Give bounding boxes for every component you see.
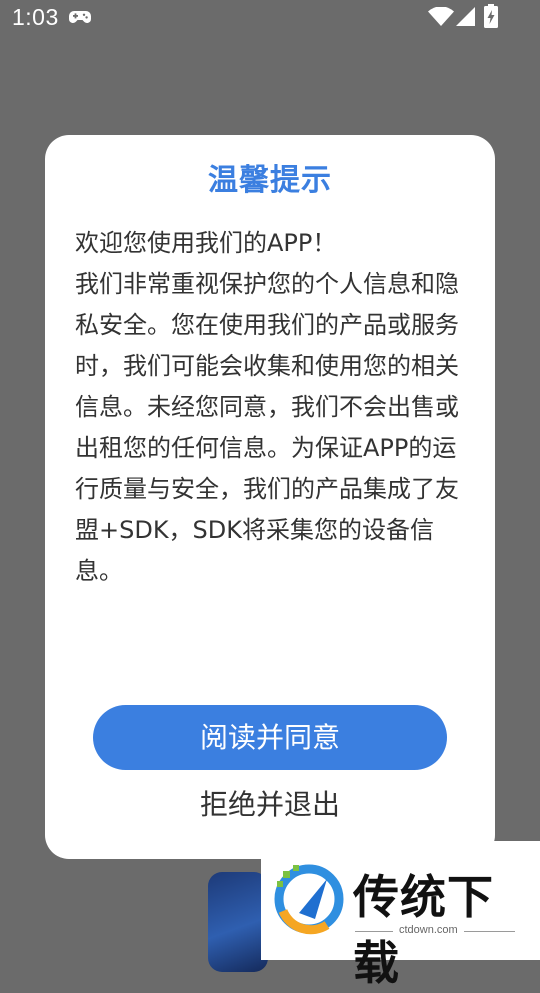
battery-charging-icon — [484, 4, 498, 32]
dialog-body: 欢迎您使用我们的APP！ 我们非常重视保护您的个人信息和隐私安全。您在使用我们的… — [75, 223, 470, 592]
wifi-icon — [428, 6, 454, 31]
watermark-domain: ctdown.com — [393, 924, 464, 936]
dialog-title: 温馨提示 — [208, 163, 332, 198]
ctdown-logo-icon — [269, 859, 347, 941]
refuse-button[interactable]: 拒绝并退出 — [93, 783, 447, 827]
background-app-icon — [208, 872, 268, 972]
agree-button[interactable]: 阅读并同意 — [93, 705, 447, 770]
watermark: 传统下载 ctdown.com — [261, 841, 540, 990]
gamepad-icon — [68, 9, 92, 31]
status-bar: 1:03 — [0, 0, 540, 36]
welcome-text: 欢迎您使用我们的APP！ — [75, 229, 337, 257]
signal-icon — [456, 7, 476, 31]
status-time: 1:03 — [12, 4, 59, 30]
privacy-text: 我们非常重视保护您的个人信息和隐私安全。您在使用我们的产品或服务时，我们可能会收… — [75, 270, 459, 585]
privacy-dialog: 温馨提示 欢迎您使用我们的APP！ 我们非常重视保护您的个人信息和隐私安全。您在… — [45, 135, 495, 859]
